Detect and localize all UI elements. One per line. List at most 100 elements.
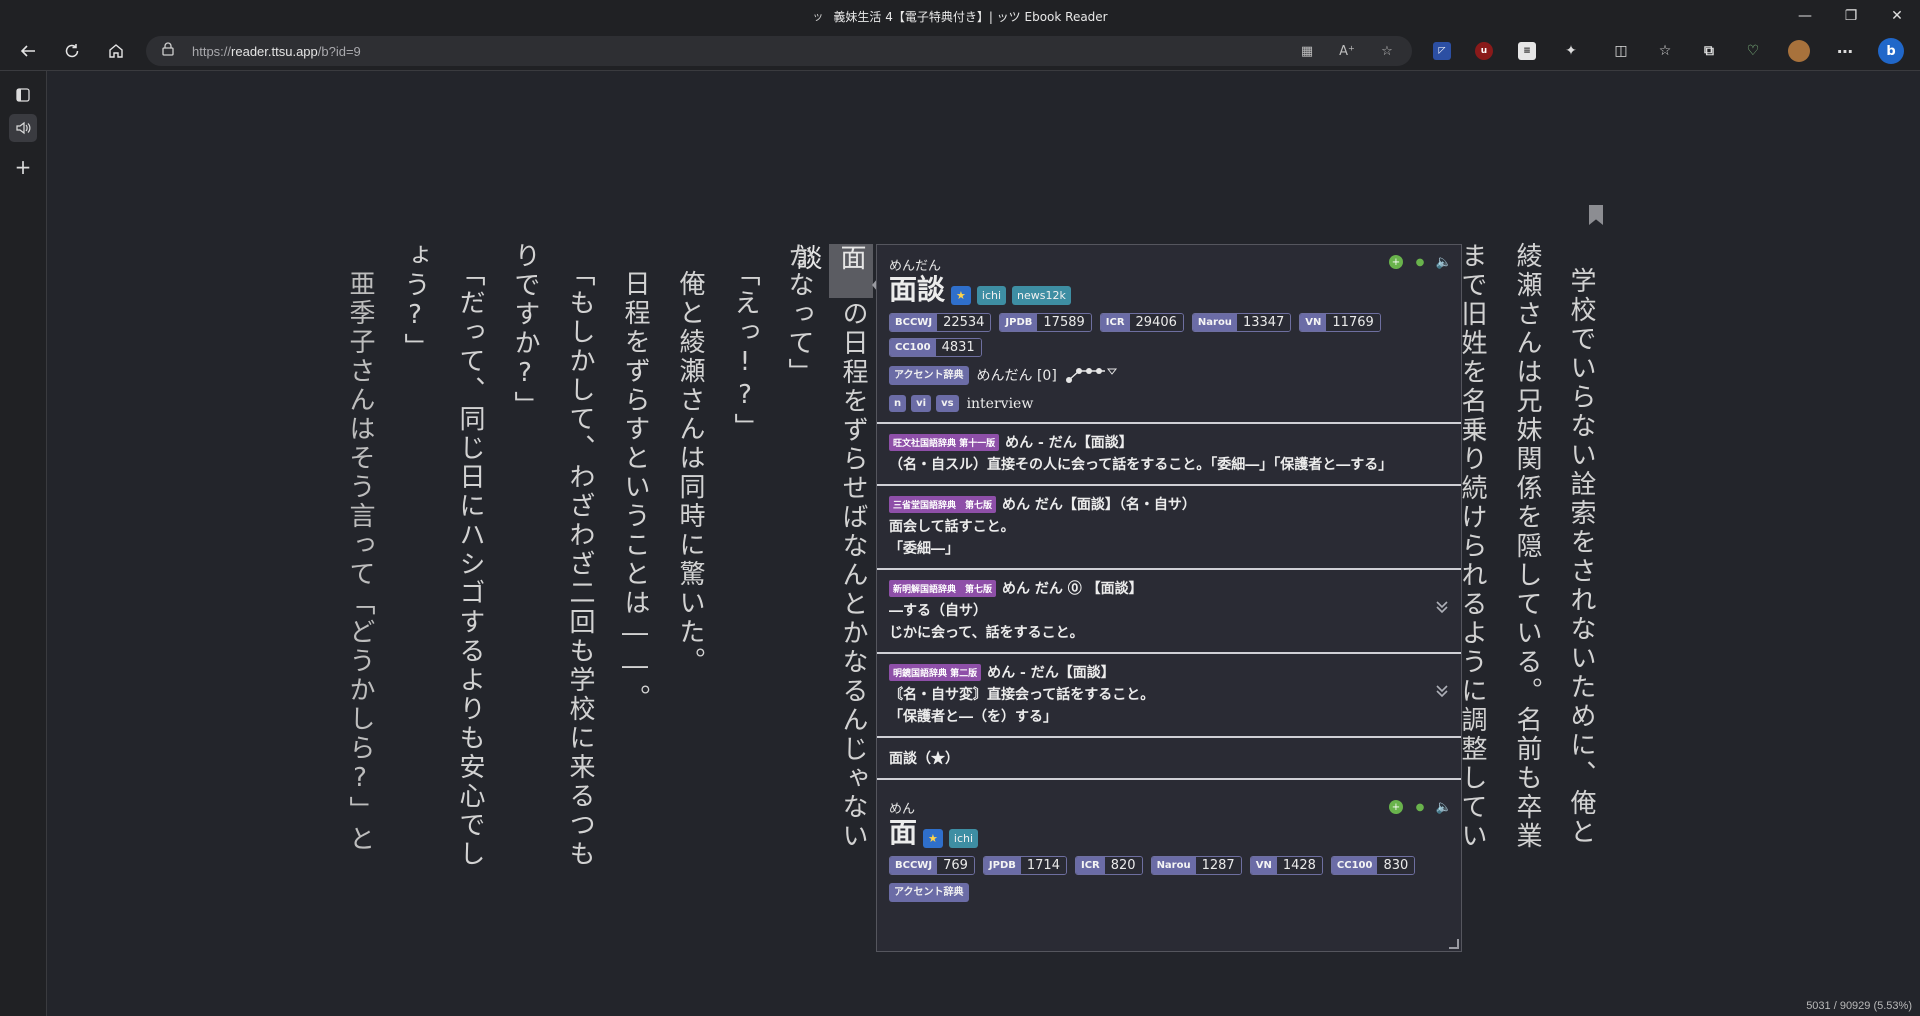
restore-icon[interactable]: ❐ — [1828, 0, 1874, 32]
read-aloud-icon[interactable]: A⁺ — [1336, 41, 1358, 61]
freq-value: 13347 — [1236, 314, 1291, 331]
freq-badge: BCCWJ 769 — [889, 856, 975, 875]
favorite-star-icon[interactable]: ☆ — [1376, 41, 1398, 61]
freq-value: 769 — [937, 857, 974, 874]
expand-chevron-icon[interactable] — [1435, 684, 1449, 702]
profile-avatar[interactable] — [1788, 40, 1810, 62]
english-gloss: interview — [966, 395, 1034, 412]
freq-source: CC100 — [890, 339, 936, 356]
freq-value: 11769 — [1326, 314, 1380, 331]
add-note-icon[interactable]: + — [1389, 255, 1403, 269]
entry-headword: 面 — [889, 816, 918, 849]
kanji-summary: 面談（★） — [877, 736, 1461, 778]
text-line-7: 俺と綾瀬さんは同時に驚いた。 — [675, 270, 705, 676]
highlighted-word[interactable]: 面談 — [792, 244, 873, 298]
freq-badge: JPDB 1714 — [982, 856, 1067, 875]
refresh-icon[interactable] — [57, 36, 87, 66]
freq-badge: VN 1428 — [1249, 856, 1323, 875]
freq-value: 29406 — [1129, 314, 1183, 331]
frequency-list: BCCWJ 769 JPDB 1714 ICR 820 Narou 1287 VN 142… — [889, 856, 1449, 875]
popular-star-tag: ★ — [951, 286, 971, 305]
pos-vi-tag: vi — [911, 395, 932, 412]
home-icon[interactable] — [101, 36, 131, 66]
definition-head: めん - だん【面談】 — [1005, 435, 1133, 451]
url-text[interactable]: https://reader.ttsu.app/b?id=9 — [192, 44, 361, 59]
freq-source: VN — [1300, 314, 1327, 331]
text-line-2: 綾瀬さんは兄妹関係を隠している。名前も卒業 — [1512, 242, 1542, 851]
address-bar[interactable]: https://reader.ttsu.app/b?id=9 ▦ A⁺ ☆ — [146, 36, 1412, 66]
definition-body: 〘名・自サ変〙直接会って話をすること。 — [889, 687, 1155, 703]
app-favicon-icon: ッ — [812, 10, 824, 23]
reader-extension-icon[interactable]: ≡ — [1518, 42, 1536, 60]
text-line-13: 亜季子さんはそう言って「どうかしら?」と — [345, 270, 375, 854]
news-tag: news12k — [1012, 286, 1071, 305]
minimize-icon[interactable]: — — [1782, 0, 1828, 32]
text-line-11: 「だって、同じ日にハシゴするよりも安心でし — [455, 260, 485, 869]
accent-dict-tag: アクセント辞典 — [889, 883, 969, 902]
ichi-tag: ichi — [976, 286, 1007, 305]
definition-block: 新明解国語辞典 第七版 めん だん ⓪ 【面談】 ―する（自サ） じかに会って、話… — [877, 568, 1461, 652]
freq-badge: JPDB 17589 — [999, 313, 1092, 332]
dict-entry-mendan: + ● 🔈 めんだん 面談 ★ ichi news12k BCCWJ 22534 … — [877, 245, 1461, 422]
more-menu-icon[interactable]: ⋯ — [1836, 42, 1854, 61]
freq-value: 1287 — [1195, 857, 1241, 874]
freq-source: ICR — [1100, 314, 1130, 331]
freq-source: CC100 — [1331, 857, 1378, 874]
freq-value: 820 — [1104, 857, 1142, 874]
freq-value: 17589 — [1037, 314, 1091, 331]
definition-example: 「委細―」 — [889, 541, 959, 557]
entry-headword: 面談 — [889, 273, 946, 306]
add-note-icon[interactable]: + — [1389, 800, 1403, 814]
accent-dict-tag: アクセント辞典 — [889, 365, 969, 385]
play-audio-icon[interactable]: 🔈 — [1436, 800, 1452, 815]
new-tab-plus-icon[interactable]: + — [9, 153, 37, 181]
resize-handle[interactable] — [1449, 939, 1459, 949]
url-host: reader.ttsu.app — [231, 43, 318, 59]
dictionary-tag: 三省堂国語辞典 第七版 — [889, 495, 997, 513]
split-screen-icon[interactable]: ◫ — [1612, 42, 1630, 60]
extensions-puzzle-icon[interactable]: ✦ — [1562, 42, 1580, 60]
freq-badge: Narou 1287 — [1150, 856, 1242, 875]
play-audio-icon[interactable]: 🔈 — [1436, 255, 1452, 270]
freq-source: JPDB — [1000, 314, 1038, 331]
dictionary-tag: 新明解国語辞典 第七版 — [889, 579, 997, 597]
definition-head: めん - だん【面談】 — [987, 665, 1115, 681]
lock-icon[interactable] — [162, 42, 178, 60]
freq-value: 1714 — [1020, 857, 1066, 874]
url-path: /b?id=9 — [317, 43, 361, 59]
favorites-icon[interactable]: ☆ — [1656, 42, 1674, 60]
ublock-extension-icon[interactable]: u — [1475, 42, 1493, 60]
freq-source: Narou — [1192, 314, 1237, 331]
freq-source: BCCWJ — [890, 314, 938, 331]
definition-block: 三省堂国語辞典 第七版 めん だん【面談】（名・自サ） 面会して話すこと。 「委細… — [877, 484, 1461, 568]
text-line-8: 日程をずらすということは――。 — [620, 270, 650, 713]
entry-actions: + ● 🔈 — [1389, 800, 1452, 815]
pitch-graph-icon — [1065, 368, 1117, 383]
text-line-1: 学校でいらない詮索をされないために、俺と — [1566, 267, 1596, 847]
freq-badge: ICR 820 — [1074, 856, 1143, 875]
text-line-10: りですか?」 — [510, 242, 540, 420]
copilot-bing-icon[interactable]: b — [1878, 38, 1904, 64]
reading-progress: 5031 / 90929 (5.53%) — [1806, 1000, 1912, 1012]
collections-icon[interactable]: ⧉ — [1700, 42, 1718, 60]
window-titlebar: ッ 義妹生活 4【電子特典付き】| ッツ Ebook Reader — [0, 0, 1920, 32]
definition-block: 明鏡国語辞典 第二版 めん - だん【面談】 〘名・自サ変〙直接会って話をすること… — [877, 652, 1461, 736]
text-line-9: 「もしかして、わざわざ二回も学校に来るつも — [565, 260, 595, 869]
bitwarden-extension-icon[interactable]: ◸ — [1433, 42, 1451, 60]
app-available-icon[interactable]: ▦ — [1296, 41, 1318, 61]
expand-chevron-icon[interactable] — [1435, 600, 1449, 618]
close-icon[interactable]: ✕ — [1874, 0, 1920, 32]
entry-reading: めんだん — [889, 259, 942, 274]
dictionary-tag: 旺文社国語辞典 第十一版 — [889, 433, 1000, 451]
speaker-tab-icon[interactable] — [9, 114, 37, 142]
tab-actions-icon[interactable] — [9, 81, 37, 109]
freq-badge: ICR 29406 — [1099, 313, 1184, 332]
browser-toolbar: https://reader.ttsu.app/b?id=9 ▦ A⁺ ☆ ◸ … — [0, 32, 1920, 71]
freq-badge: CC100 830 — [1330, 856, 1416, 875]
freq-badge: CC100 4831 — [889, 338, 982, 357]
performance-heart-icon[interactable]: ♡ — [1744, 42, 1762, 60]
text-line-5: かなって」 — [784, 242, 814, 387]
back-icon[interactable] — [13, 36, 43, 66]
dictionary-popup[interactable]: + ● 🔈 めんだん 面談 ★ ichi news12k BCCWJ 22534 … — [876, 244, 1462, 952]
freq-source: BCCWJ — [890, 857, 938, 874]
